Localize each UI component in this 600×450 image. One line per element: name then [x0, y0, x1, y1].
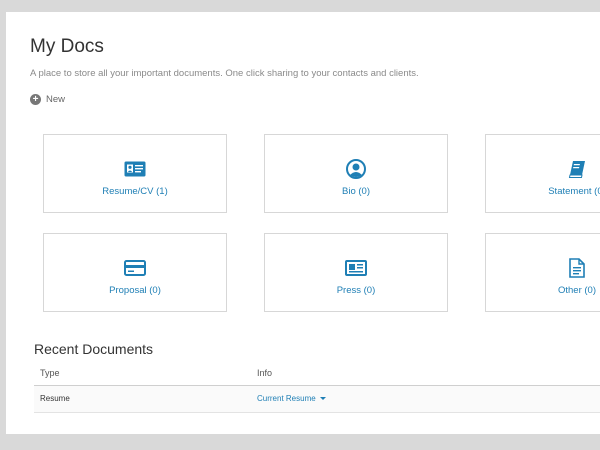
caret-down-icon: [319, 397, 326, 400]
user-circle-icon: [345, 159, 367, 179]
document-icon: [566, 258, 588, 278]
table-header: Type Info: [34, 363, 600, 386]
new-document-button[interactable]: + New: [30, 94, 65, 105]
card-bio[interactable]: Bio (0): [264, 134, 448, 213]
newspaper-icon: [345, 258, 367, 278]
card-press[interactable]: Press (0): [264, 233, 448, 312]
dropdown-label: Current Resume: [257, 394, 316, 403]
plus-circle-icon: +: [30, 94, 41, 105]
page-title: My Docs: [30, 36, 104, 57]
card-label: Resume/CV (1): [102, 186, 168, 197]
book-icon: [566, 159, 588, 179]
card-statement[interactable]: Statement (0): [485, 134, 600, 213]
credit-card-icon: [124, 258, 146, 278]
app-frame: My Docs A place to store all your import…: [0, 0, 600, 450]
card-resume-cv[interactable]: Resume/CV (1): [43, 134, 227, 213]
cell-type: Resume: [40, 394, 70, 403]
recent-documents-title: Recent Documents: [34, 341, 154, 357]
page-subtitle: A place to store all your important docu…: [30, 68, 419, 79]
id-card-icon: [124, 159, 146, 179]
card-label: Other (0): [557, 285, 596, 296]
card-label: Press (0): [336, 285, 376, 296]
recent-documents-table: Type Info Resume Current Resume: [34, 363, 600, 413]
docs-panel: My Docs A place to store all your import…: [6, 12, 600, 434]
current-resume-dropdown[interactable]: Current Resume: [257, 394, 326, 403]
card-proposal[interactable]: Proposal (0): [43, 233, 227, 312]
table-row: Resume Current Resume: [34, 386, 600, 413]
card-label: Proposal (0): [109, 285, 161, 296]
column-header-type: Type: [40, 368, 60, 378]
card-label: Bio (0): [342, 186, 370, 197]
card-label: Statement (0): [548, 186, 600, 197]
column-header-info: Info: [257, 368, 273, 378]
new-button-label: New: [46, 94, 66, 105]
card-other[interactable]: Other (0): [485, 233, 600, 312]
